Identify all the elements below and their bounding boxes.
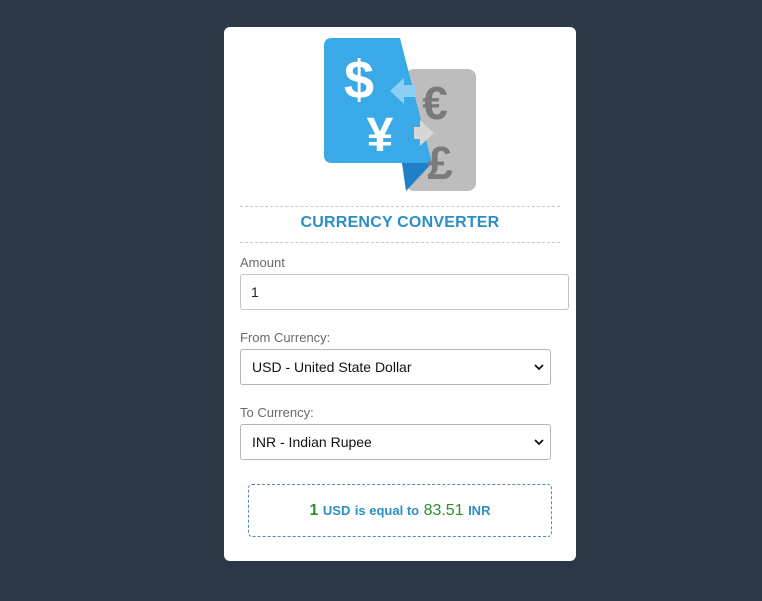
result-amount: 1 (309, 502, 319, 519)
from-currency-label: From Currency: (240, 330, 331, 345)
to-currency-label: To Currency: (240, 405, 314, 420)
result-text: is equal to (354, 503, 420, 518)
title-divider-bottom (240, 242, 560, 243)
amount-label: Amount (240, 255, 285, 270)
svg-text:€: € (422, 77, 448, 129)
result-from-code: USD (322, 503, 351, 518)
svg-text:$: $ (344, 50, 374, 110)
to-currency-select[interactable]: INR - Indian Rupee (240, 424, 551, 460)
from-currency-value: USD - United State Dollar (252, 359, 412, 375)
currency-exchange-icon: $ ¥ € £ (324, 38, 476, 191)
svg-text:£: £ (427, 137, 453, 189)
chevron-down-icon (534, 364, 544, 371)
result-to-code: INR (468, 503, 491, 518)
chevron-down-icon (534, 439, 544, 446)
result-converted-value: 83.51 (423, 502, 464, 519)
converter-card: $ ¥ € £ CURRENCY CONVERTER Amount From C… (224, 27, 576, 561)
page-title: CURRENCY CONVERTER (300, 214, 500, 231)
from-currency-select[interactable]: USD - United State Dollar (240, 349, 551, 385)
amount-input[interactable] (240, 274, 569, 310)
svg-text:¥: ¥ (367, 109, 394, 162)
to-currency-value: INR - Indian Rupee (252, 434, 372, 450)
conversion-result: 1 USD is equal to 83.51 INR (248, 484, 552, 537)
title-divider-top (240, 206, 560, 207)
